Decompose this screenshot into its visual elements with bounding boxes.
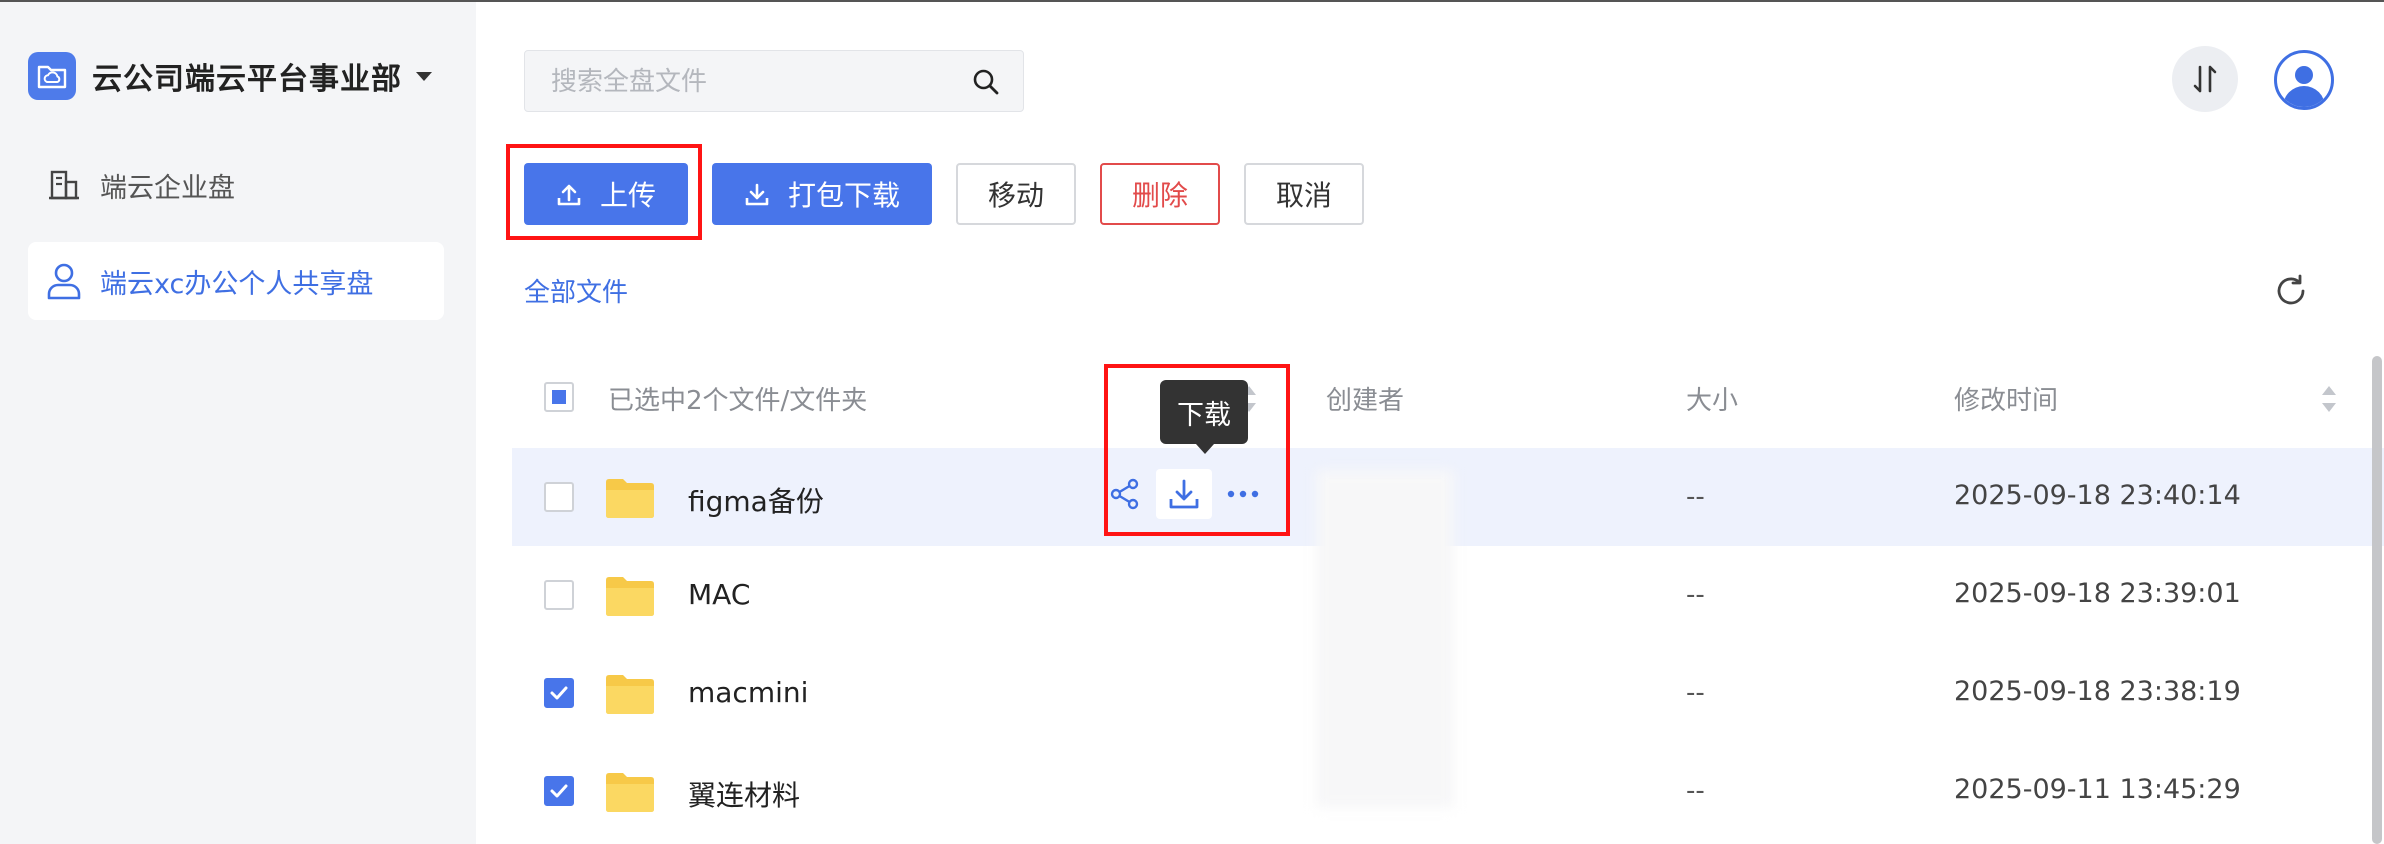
row-checkbox[interactable] bbox=[544, 678, 574, 708]
breadcrumb[interactable]: 全部文件 bbox=[524, 272, 628, 309]
search-input[interactable] bbox=[549, 51, 953, 113]
file-size: -- bbox=[1686, 678, 1705, 708]
check-icon bbox=[550, 686, 568, 700]
sidebar-item-enterprise-disk[interactable]: 端云企业盘 bbox=[28, 146, 444, 224]
sidebar-item-label: 端云企业盘 bbox=[100, 172, 235, 204]
selection-count-text: 已选中2个文件/文件夹 bbox=[608, 386, 868, 416]
file-name[interactable]: MAC bbox=[688, 578, 750, 611]
file-modified: 2025-09-18 23:40:14 bbox=[1954, 480, 2241, 511]
sidebar-item-label: 端云xc办公个人共享盘 bbox=[100, 268, 374, 300]
user-icon bbox=[44, 261, 84, 301]
highlight-box bbox=[1104, 364, 1290, 536]
highlight-box bbox=[506, 144, 702, 240]
sidebar: 云公司端云平台事业部 端云企业盘 端云xc办公个人共享盘 bbox=[0, 2, 476, 844]
cancel-button[interactable]: 取消 bbox=[1244, 163, 1364, 225]
sort-arrows-icon bbox=[2193, 65, 2217, 93]
workspace-switcher[interactable]: 云公司端云平台事业部 bbox=[28, 52, 432, 100]
pack-download-label: 打包下载 bbox=[787, 179, 900, 212]
column-header-creator: 创建者 bbox=[1326, 386, 1405, 416]
row-checkbox[interactable] bbox=[544, 580, 574, 610]
row-checkbox[interactable] bbox=[544, 776, 574, 806]
folder-icon bbox=[606, 576, 654, 616]
file-size: -- bbox=[1686, 580, 1705, 610]
caret-down-icon[interactable] bbox=[416, 71, 432, 81]
search-icon[interactable] bbox=[971, 67, 1001, 101]
pack-download-button[interactable]: 打包下载 bbox=[712, 163, 932, 225]
workspace-name: 云公司端云平台事业部 bbox=[92, 62, 402, 97]
download-icon bbox=[744, 181, 770, 207]
refresh-icon[interactable] bbox=[2272, 272, 2310, 314]
file-modified: 2025-09-18 23:39:01 bbox=[1954, 578, 2241, 609]
file-name[interactable]: macmini bbox=[688, 676, 808, 709]
avatar[interactable] bbox=[2274, 50, 2334, 110]
column-header-size: 大小 bbox=[1686, 386, 1739, 416]
creator-column-blurred bbox=[1316, 470, 1454, 808]
file-name[interactable]: figma备份 bbox=[688, 480, 824, 520]
delete-button[interactable]: 删除 bbox=[1100, 163, 1220, 225]
file-size: -- bbox=[1686, 482, 1705, 512]
table-header: 已选中2个文件/文件夹 创建者 大小 修改时间 bbox=[512, 362, 2384, 434]
sort-toggle-button[interactable] bbox=[2172, 46, 2238, 112]
select-all-checkbox[interactable] bbox=[544, 382, 574, 412]
sidebar-item-personal-shared-disk[interactable]: 端云xc办公个人共享盘 bbox=[28, 242, 444, 320]
move-button[interactable]: 移动 bbox=[956, 163, 1076, 225]
row-checkbox[interactable] bbox=[544, 482, 574, 512]
file-size: -- bbox=[1686, 776, 1705, 806]
check-icon bbox=[550, 784, 568, 798]
folder-icon bbox=[606, 772, 654, 812]
file-name[interactable]: 翼连材料 bbox=[688, 774, 800, 814]
building-icon bbox=[44, 165, 84, 205]
column-header-modified: 修改时间 bbox=[1954, 386, 2059, 416]
folder-icon bbox=[606, 478, 654, 518]
search-box bbox=[524, 50, 1024, 113]
vertical-scrollbar[interactable] bbox=[2372, 356, 2382, 844]
folder-icon bbox=[606, 674, 654, 714]
modified-sort-icon[interactable] bbox=[2322, 386, 2336, 412]
file-modified: 2025-09-11 13:45:29 bbox=[1954, 774, 2241, 805]
file-modified: 2025-09-18 23:38:19 bbox=[1954, 676, 2241, 707]
cloud-folder-logo-icon bbox=[28, 52, 76, 100]
